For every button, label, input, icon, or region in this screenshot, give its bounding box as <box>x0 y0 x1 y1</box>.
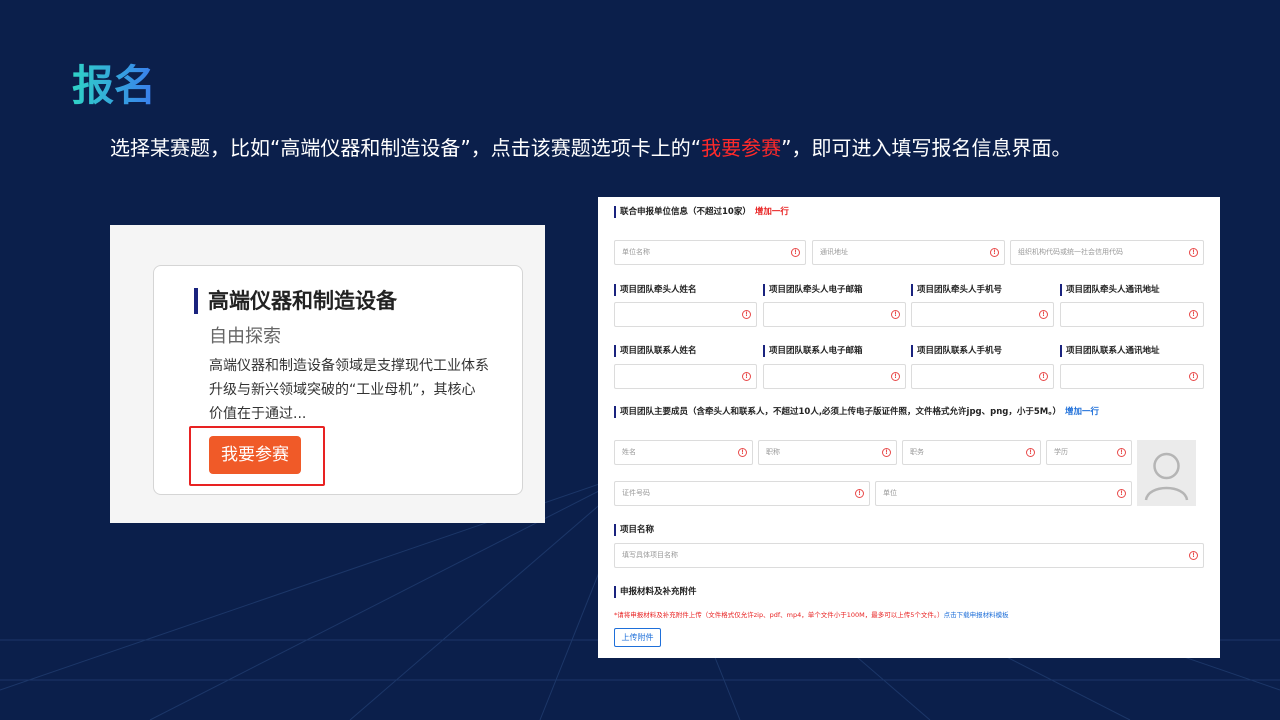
leader-address-label: 项目团队牵头人通讯地址 <box>1060 284 1160 296</box>
warning-icon: ! <box>891 310 900 319</box>
member-add-row-link[interactable]: 增加一行 <box>1065 407 1099 417</box>
member-degree-input[interactable]: 学历! <box>1046 440 1132 465</box>
upload-attachment-button[interactable]: 上传附件 <box>614 628 661 647</box>
unit-section-header: 联合申报单位信息（不超过10家） 增加一行 <box>614 206 789 218</box>
member-position-input[interactable]: 职务! <box>902 440 1041 465</box>
slide-title: 报名 <box>72 58 156 114</box>
material-section-title: 申报材料及补充附件 <box>614 586 697 598</box>
contact-name-input[interactable]: ! <box>614 364 757 389</box>
card-subtitle: 自由探索 <box>209 326 281 347</box>
avatar-upload[interactable] <box>1137 440 1196 506</box>
contact-address-label: 项目团队联系人通讯地址 <box>1060 345 1160 357</box>
warning-icon: ! <box>1117 448 1126 457</box>
unit-add-row-link[interactable]: 增加一行 <box>755 207 789 217</box>
join-button[interactable]: 我要参赛 <box>209 436 301 474</box>
topic-card[interactable]: 高端仪器和制造设备 自由探索 高端仪器和制造设备领域是支撑现代工业体系升级与新兴… <box>153 265 523 495</box>
registration-form: 联合申报单位信息（不超过10家） 增加一行 单位名称! 通讯地址! 组织机构代码或… <box>598 197 1220 658</box>
warning-icon: ! <box>882 448 891 457</box>
warning-icon: ! <box>791 248 800 257</box>
leader-name-label: 项目团队牵头人姓名 <box>614 284 697 296</box>
leader-email-label: 项目团队牵头人电子邮箱 <box>763 284 863 296</box>
card-description: 高端仪器和制造设备领域是支撑现代工业体系升级与新兴领域突破的“工业母机”，其核心… <box>209 358 489 422</box>
member-name-input[interactable]: 姓名! <box>614 440 753 465</box>
project-section-title: 项目名称 <box>614 524 654 536</box>
warning-icon: ! <box>1189 372 1198 381</box>
warning-icon: ! <box>738 448 747 457</box>
warning-icon: ! <box>1189 551 1198 560</box>
leader-email-input[interactable]: ! <box>763 302 906 327</box>
contact-address-input[interactable]: ! <box>1060 364 1204 389</box>
unit-code-input[interactable]: 组织机构代码或统一社会信用代码! <box>1010 240 1204 265</box>
warning-icon: ! <box>1026 448 1035 457</box>
warning-icon: ! <box>990 248 999 257</box>
unit-section-title: 联合申报单位信息（不超过10家） <box>620 207 751 217</box>
person-icon <box>1144 452 1189 501</box>
member-title-input[interactable]: 职称! <box>758 440 897 465</box>
desc-part-1: 选择某赛题，比如“高端仪器和制造设备”，点击该赛题选项卡上的“ <box>110 136 702 160</box>
leader-address-input[interactable]: ! <box>1060 302 1204 327</box>
unit-address-input[interactable]: 通讯地址! <box>812 240 1005 265</box>
leader-phone-label: 项目团队牵头人手机号 <box>911 284 1002 296</box>
warning-icon: ! <box>1039 372 1048 381</box>
warning-icon: ! <box>1189 310 1198 319</box>
contact-phone-input[interactable]: ! <box>911 364 1054 389</box>
warning-icon: ! <box>891 372 900 381</box>
warning-icon: ! <box>1039 310 1048 319</box>
member-section-title: 项目团队主要成员（含牵头人和联系人，不超过10人,必须上传电子版证件照，文件格式… <box>620 407 1061 417</box>
card-title: 高端仪器和制造设备 <box>194 288 397 314</box>
unit-name-input[interactable]: 单位名称! <box>614 240 806 265</box>
card-screenshot: 高端仪器和制造设备 自由探索 高端仪器和制造设备领域是支撑现代工业体系升级与新兴… <box>110 225 545 523</box>
contact-phone-label: 项目团队联系人手机号 <box>911 345 1002 357</box>
download-template-link[interactable]: 点击下载申报材料模板 <box>944 611 1009 619</box>
contact-email-input[interactable]: ! <box>763 364 906 389</box>
project-name-input[interactable]: 填写具体项目名称! <box>614 543 1204 568</box>
desc-highlight: 我要参赛 <box>701 136 782 160</box>
warning-icon: ! <box>742 310 751 319</box>
contact-name-label: 项目团队联系人姓名 <box>614 345 697 357</box>
member-unit-input[interactable]: 单位! <box>875 481 1132 506</box>
slide-description: 选择某赛题，比如“高端仪器和制造设备”，点击该赛题选项卡上的“我要参赛”，即可进… <box>110 130 1170 166</box>
warning-icon: ! <box>855 489 864 498</box>
leader-phone-input[interactable]: ! <box>911 302 1054 327</box>
contact-email-label: 项目团队联系人电子邮箱 <box>763 345 863 357</box>
warning-icon: ! <box>1189 248 1198 257</box>
member-section-header: 项目团队主要成员（含牵头人和联系人，不超过10人,必须上传电子版证件照，文件格式… <box>614 406 1099 418</box>
desc-part-2: ”，即可进入填写报名信息界面。 <box>781 136 1072 160</box>
upload-notice: *请将申报材料及补充附件上传（文件格式仅允许zip、pdf、mp4，单个文件小于… <box>614 611 1009 619</box>
leader-name-input[interactable]: ! <box>614 302 757 327</box>
member-id-input[interactable]: 证件号码! <box>614 481 870 506</box>
warning-icon: ! <box>742 372 751 381</box>
warning-icon: ! <box>1117 489 1126 498</box>
